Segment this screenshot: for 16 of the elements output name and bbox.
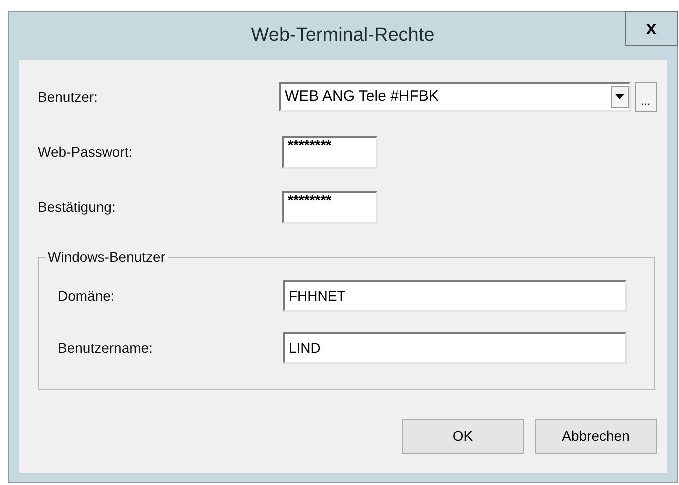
- field-label: Benutzer:: [38, 88, 99, 106]
- field-label: Benutzername:: [58, 338, 154, 358]
- dialog-button[interactable]: OK: [402, 419, 524, 454]
- window-title: Web-Terminal-Rechte: [251, 24, 435, 48]
- browse-button[interactable]: ...: [635, 82, 657, 112]
- user-dropdown[interactable]: WEB ANG Tele #HFBK: [279, 82, 631, 112]
- password-field[interactable]: ********: [282, 190, 378, 224]
- dialog-button[interactable]: Abbrechen: [535, 419, 657, 454]
- field-label: Domäne:: [58, 286, 116, 306]
- group-title: Windows-Benutzer: [47, 248, 166, 267]
- field-label: Bestätigung:: [38, 198, 117, 217]
- password-field[interactable]: ********: [282, 136, 378, 168]
- field-label: Web-Passwort:: [38, 142, 134, 162]
- close-button[interactable]: x: [625, 11, 678, 46]
- text-field[interactable]: LIND: [283, 332, 627, 364]
- text-field[interactable]: FHHNET: [283, 280, 627, 312]
